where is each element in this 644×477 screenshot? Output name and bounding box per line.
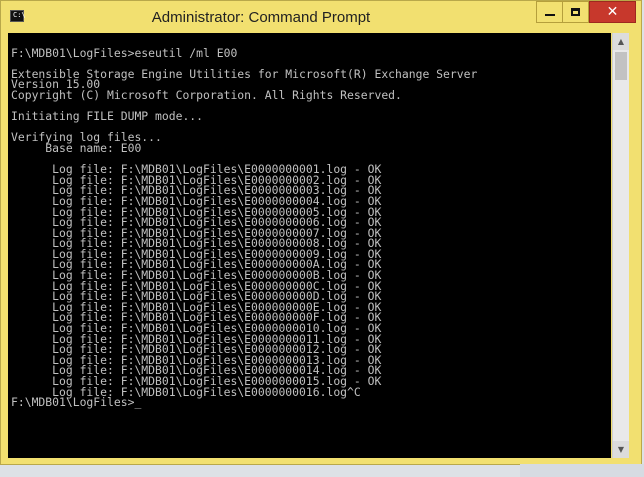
- console-text: F:\MDB01\LogFiles>eseutil /ml E00 Extensi…: [8, 33, 611, 408]
- taskbar-edge: [520, 464, 644, 477]
- title-bar[interactable]: C:\ Administrator: Command Prompt ✕: [1, 1, 641, 33]
- console-line: F:\MDB01\LogFiles>eseutil /ml E00: [11, 45, 238, 60]
- console-line: Base name: E00: [11, 140, 142, 155]
- prompt-text: F:\MDB01\LogFiles>: [11, 395, 135, 410]
- scroll-up-button[interactable]: ▲: [613, 33, 629, 50]
- arrow-up-icon: ▲: [617, 37, 625, 46]
- maximize-button[interactable]: [562, 1, 589, 23]
- maximize-icon: [571, 8, 580, 16]
- prompt-line[interactable]: F:\MDB01\LogFiles>_: [11, 395, 611, 410]
- minimize-icon: [544, 14, 555, 16]
- console-line: Initiating FILE DUMP mode...: [11, 109, 204, 124]
- console-line: Copyright (C) Microsoft Corporation. All…: [11, 87, 402, 102]
- minimize-button[interactable]: [536, 1, 563, 23]
- command-prompt-window: C:\ Administrator: Command Prompt ✕ F:\M…: [0, 0, 642, 465]
- close-button[interactable]: ✕: [589, 1, 636, 23]
- vertical-scrollbar[interactable]: ▲ ▼: [612, 33, 629, 458]
- close-icon: ✕: [606, 4, 619, 20]
- text-cursor: _: [134, 395, 142, 410]
- scroll-down-button[interactable]: ▼: [613, 441, 629, 458]
- console-output[interactable]: F:\MDB01\LogFiles>eseutil /ml E00 Extensi…: [8, 33, 611, 458]
- scrollbar-thumb[interactable]: [615, 52, 627, 80]
- window-title: Administrator: Command Prompt: [151, 9, 371, 26]
- console-line: Extensible Storage Engine Utilities for …: [11, 66, 478, 81]
- arrow-down-icon: ▼: [617, 445, 625, 454]
